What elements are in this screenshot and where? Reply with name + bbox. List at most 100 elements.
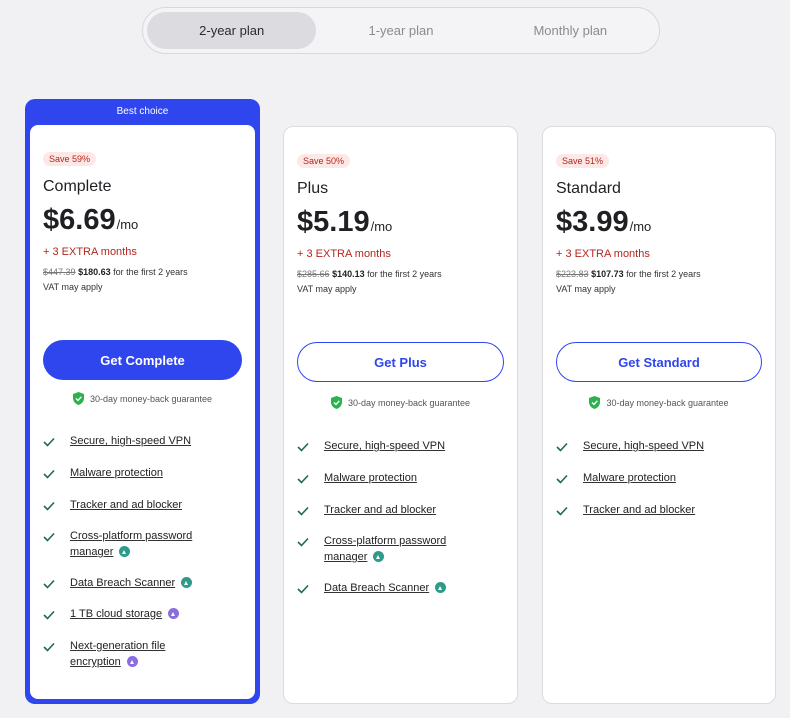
- total-period: for the first 2 years: [110, 267, 188, 277]
- feature-item: Data Breach Scanner: [43, 575, 247, 608]
- price-period: /mo: [370, 219, 393, 234]
- feature-item: Malware protection: [297, 472, 509, 504]
- feature-item: Tracker and ad blocker: [556, 504, 767, 535]
- vat-note: VAT may apply: [556, 284, 616, 294]
- feature-label[interactable]: Tracker and ad blocker: [70, 497, 182, 513]
- feature-item: Secure, high-speed VPN: [43, 435, 247, 467]
- feature-label[interactable]: Malware protection: [70, 465, 163, 481]
- plan-card-plus: Save 50% Plus $5.19 /mo + 3 EXTRA months…: [283, 126, 518, 704]
- plan-totals: $447.39 $180.63 for the first 2 years: [43, 267, 242, 277]
- plan-period-tabs: 2-year plan 1-year plan Monthly plan: [142, 7, 660, 54]
- feature-item: Tracker and ad blocker: [43, 499, 247, 530]
- teal-badge-icon: [181, 576, 193, 588]
- feature-item: Malware protection: [556, 472, 767, 504]
- plan-card-standard: Save 51% Standard $3.99 /mo + 3 EXTRA mo…: [542, 126, 776, 704]
- feature-label[interactable]: Next-generation file encryption: [70, 640, 165, 668]
- check-icon: [297, 442, 309, 452]
- feature-list: Secure, high-speed VPN Malware protectio…: [43, 435, 247, 680]
- teal-badge-icon: [119, 545, 131, 557]
- purple-badge-icon: [168, 607, 180, 619]
- guarantee-text: 30-day money-back guarantee: [347, 397, 471, 408]
- feature-item: Cross-platform password manager: [297, 535, 509, 582]
- extra-months: + 3 EXTRA months: [43, 246, 137, 258]
- check-icon: [556, 474, 568, 484]
- feature-list: Secure, high-speed VPN Malware protectio…: [297, 440, 509, 613]
- feature-label[interactable]: Malware protection: [583, 470, 676, 486]
- feature-label-wrap: Data Breach Scanner: [70, 575, 193, 591]
- check-icon: [43, 437, 55, 447]
- feature-label-wrap: Cross-platform password manager: [70, 528, 207, 560]
- save-badge: Save 50%: [297, 154, 351, 168]
- check-icon: [43, 501, 55, 511]
- check-icon: [297, 474, 309, 484]
- check-icon: [43, 642, 55, 652]
- feature-item: Malware protection: [43, 467, 247, 499]
- feature-label[interactable]: Cross-platform password manager: [324, 535, 446, 563]
- plan-name: Complete: [43, 178, 112, 195]
- check-icon: [297, 584, 309, 594]
- feature-item: Cross-platform password manager: [43, 530, 247, 577]
- plan-totals: $223.83 $107.73 for the first 2 years: [556, 269, 762, 279]
- feature-label-wrap: Next-generation file encryption: [70, 638, 187, 670]
- shield-check-icon: [330, 396, 342, 409]
- extra-months: + 3 EXTRA months: [556, 248, 650, 260]
- tab-2-year-plan[interactable]: 2-year plan: [147, 12, 317, 49]
- save-badge: Save 51%: [556, 154, 610, 168]
- check-icon: [43, 579, 55, 589]
- guarantee-text: 30-day money-back guarantee: [606, 397, 729, 408]
- total-period: for the first 2 years: [623, 269, 701, 279]
- price-period: /mo: [116, 217, 139, 232]
- price-amount: $3.99: [556, 206, 629, 238]
- get-standard-button[interactable]: Get Standard: [556, 342, 762, 382]
- feature-item: Secure, high-speed VPN: [297, 440, 509, 472]
- plan-name: Standard: [556, 180, 621, 197]
- plan-totals: $285.66 $140.13 for the first 2 years: [297, 269, 504, 279]
- feature-label[interactable]: Secure, high-speed VPN: [70, 433, 191, 449]
- feature-label[interactable]: Secure, high-speed VPN: [583, 438, 704, 454]
- feature-item: Tracker and ad blocker: [297, 504, 509, 535]
- new-total: $140.13: [332, 269, 365, 279]
- feature-label[interactable]: Tracker and ad blocker: [324, 502, 436, 518]
- feature-item: Data Breach Scanner: [297, 580, 509, 613]
- feature-label[interactable]: Malware protection: [324, 470, 417, 486]
- check-icon: [43, 532, 55, 542]
- total-period: for the first 2 years: [364, 269, 442, 279]
- feature-label[interactable]: Secure, high-speed VPN: [324, 438, 445, 454]
- vat-note: VAT may apply: [43, 282, 103, 292]
- new-total: $180.63: [78, 267, 111, 277]
- plan-name: Plus: [297, 180, 329, 197]
- money-back-guarantee: 30-day money-back guarantee: [284, 396, 517, 409]
- old-total: $447.39: [43, 267, 76, 277]
- feature-label[interactable]: 1 TB cloud storage: [70, 608, 162, 620]
- plan-price: $3.99 /mo: [556, 206, 762, 239]
- price-period: /mo: [629, 219, 652, 234]
- feature-label[interactable]: Data Breach Scanner: [70, 577, 175, 589]
- vat-note: VAT may apply: [297, 284, 357, 294]
- best-choice-banner: Best choice: [116, 106, 169, 117]
- feature-label[interactable]: Data Breach Scanner: [324, 582, 429, 594]
- feature-label[interactable]: Cross-platform password manager: [70, 530, 192, 558]
- feature-label-wrap: 1 TB cloud storage: [70, 606, 180, 622]
- plan-card-complete-body: Save 59% Complete $6.69 /mo + 3 EXTRA mo…: [30, 125, 255, 699]
- feature-label[interactable]: Tracker and ad blocker: [583, 502, 695, 518]
- plan-price: $6.69 /mo: [43, 204, 242, 237]
- plan-card-complete: Best choice Save 59% Complete $6.69 /mo …: [25, 99, 260, 704]
- feature-label-wrap: Data Breach Scanner: [324, 580, 447, 596]
- check-icon: [43, 610, 55, 620]
- feature-item: Next-generation file encryption: [43, 640, 247, 680]
- purple-badge-icon: [126, 655, 138, 667]
- tab-1-year-plan[interactable]: 1-year plan: [316, 12, 485, 49]
- money-back-guarantee: 30-day money-back guarantee: [30, 392, 255, 405]
- feature-item: Secure, high-speed VPN: [556, 440, 767, 472]
- tab-monthly-plan[interactable]: Monthly plan: [486, 12, 655, 49]
- extra-months: + 3 EXTRA months: [297, 248, 391, 260]
- guarantee-text: 30-day money-back guarantee: [89, 393, 213, 404]
- check-icon: [556, 506, 568, 516]
- get-plus-button[interactable]: Get Plus: [297, 342, 504, 382]
- get-complete-button[interactable]: Get Complete: [43, 340, 242, 380]
- shield-check-icon: [589, 396, 601, 409]
- old-total: $285.66: [297, 269, 330, 279]
- feature-label-wrap: Cross-platform password manager: [324, 533, 469, 565]
- check-icon: [297, 537, 309, 547]
- old-total: $223.83: [556, 269, 589, 279]
